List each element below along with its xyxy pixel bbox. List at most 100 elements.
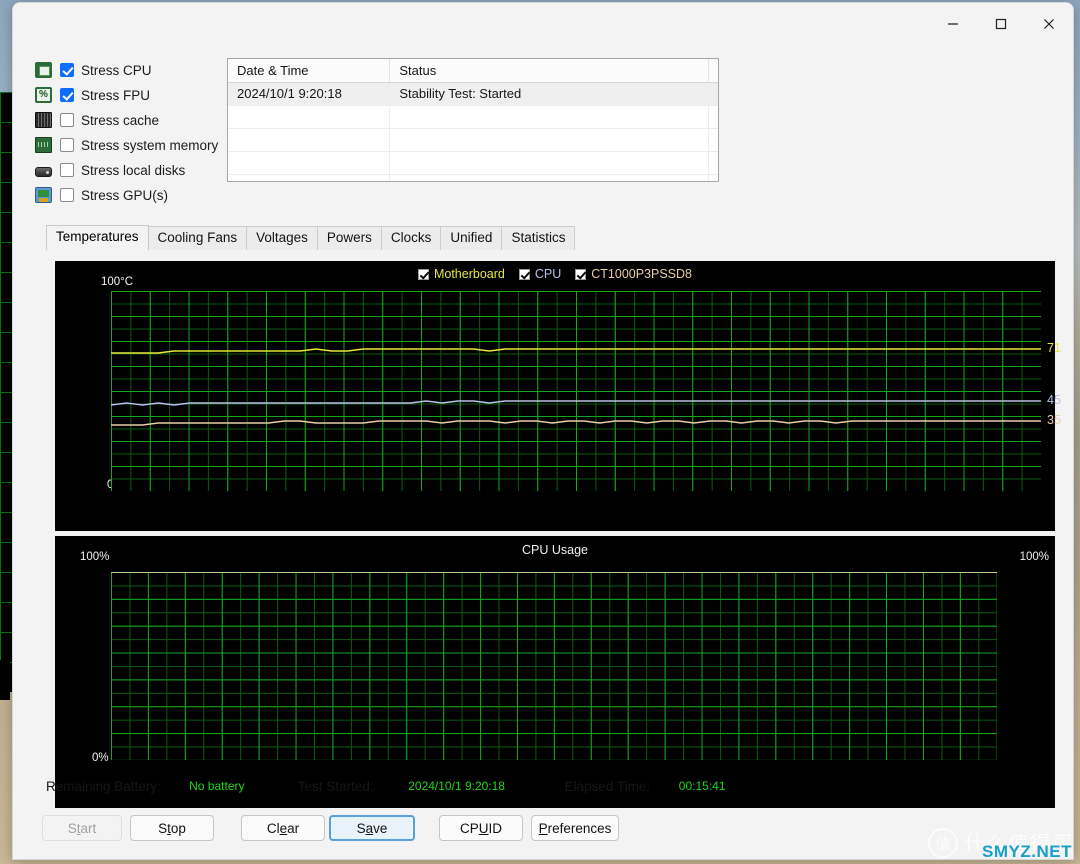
cell-spacer <box>709 175 718 181</box>
legend-item-ssd[interactable]: CT1000P3PSSD8 <box>575 267 692 281</box>
status-bar: Remaining Battery: No battery Test Start… <box>46 771 1055 801</box>
stability-test-window: Stress CPU % Stress FPU Stress cache Str… <box>12 2 1074 860</box>
legend-checkbox-cpu[interactable] <box>518 268 530 280</box>
event-log-table[interactable]: Date & Time Status 2024/10/1 9:20:18 Sta… <box>227 58 719 182</box>
stop-button[interactable]: Stop <box>130 815 214 841</box>
stress-cpu-checkbox[interactable] <box>60 63 74 77</box>
window-content: Stress CPU % Stress FPU Stress cache Str… <box>22 45 1064 859</box>
stress-memory-checkbox[interactable] <box>60 138 74 152</box>
cell-empty <box>228 129 391 151</box>
cell-spacer <box>709 152 718 174</box>
watermark-site: SMYZ.NET <box>982 842 1072 861</box>
battery-value: No battery <box>169 774 264 798</box>
maximize-button[interactable] <box>977 3 1025 45</box>
stress-disks-label: Stress local disks <box>81 162 186 178</box>
cpuid-button[interactable]: CPUID <box>439 815 523 841</box>
table-row-empty[interactable] <box>228 106 718 129</box>
test-started-value: 2024/10/1 9:20:18 <box>382 774 531 798</box>
cell-empty <box>390 175 709 181</box>
tab-clocks[interactable]: Clocks <box>380 226 442 250</box>
column-header-datetime[interactable]: Date & Time <box>228 59 391 82</box>
tab-statistics[interactable]: Statistics <box>501 226 576 250</box>
cell-empty <box>390 129 709 151</box>
elapsed-time-label: Elapsed Time: <box>564 778 651 794</box>
temp-value-label-motherboard: 71 <box>1047 341 1061 355</box>
preferences-button[interactable]: Preferences <box>531 815 619 841</box>
legend-label-cpu: CPU <box>534 267 562 281</box>
table-row-empty[interactable] <box>228 152 718 175</box>
tab-cooling-fans[interactable]: Cooling Fans <box>147 226 248 250</box>
cpu-axis-max-label: 100% <box>80 551 110 563</box>
legend-label-ssd: CT1000P3PSSD8 <box>591 267 693 281</box>
legend-item-cpu[interactable]: CPU <box>518 267 562 281</box>
legend-checkbox-ssd[interactable] <box>575 268 587 280</box>
stress-gpu-label: Stress GPU(s) <box>81 187 169 203</box>
stress-gpu-checkbox[interactable] <box>60 188 74 202</box>
stress-disks-checkbox[interactable] <box>60 163 74 177</box>
stress-fpu-checkbox[interactable] <box>60 88 74 102</box>
table-row-empty[interactable] <box>228 175 718 181</box>
cell-empty <box>228 106 391 128</box>
cell-status: Stability Test: Started <box>390 83 709 105</box>
temp-axis-max-label: 100°C <box>101 276 134 288</box>
legend-item-motherboard[interactable]: Motherboard <box>417 267 505 281</box>
clear-button[interactable]: Clear <box>241 815 325 841</box>
column-header-status[interactable]: Status <box>390 59 709 82</box>
tab-unified[interactable]: Unified <box>440 226 503 250</box>
temperature-series-svg <box>111 291 1041 491</box>
close-button[interactable] <box>1025 3 1073 45</box>
gpu-monitor-icon <box>35 187 52 203</box>
tab-powers[interactable]: Powers <box>316 226 382 250</box>
test-started-label: Test Started: <box>297 778 374 794</box>
close-icon <box>1044 19 1054 29</box>
table-row[interactable]: 2024/10/1 9:20:18 Stability Test: Starte… <box>228 83 718 106</box>
stress-cache-label: Stress cache <box>81 112 160 128</box>
graph-area: Motherboard CPU CT1000P3PSSD8 100°C 0°C <box>46 250 1061 859</box>
cell-empty <box>228 152 391 174</box>
hard-disk-icon <box>35 166 52 177</box>
cell-spacer <box>709 83 718 105</box>
stress-option-fpu[interactable]: % Stress FPU <box>35 84 220 106</box>
table-header-row: Date & Time Status <box>228 59 718 83</box>
tab-temperatures[interactable]: Temperatures <box>46 225 149 250</box>
cache-module-icon <box>35 112 52 128</box>
cpu-usage-series-svg <box>111 572 997 760</box>
temperature-chart[interactable]: Motherboard CPU CT1000P3PSSD8 100°C 0°C <box>55 261 1061 531</box>
stress-memory-label: Stress system memory <box>81 137 219 153</box>
stress-option-gpu[interactable]: Stress GPU(s) <box>35 184 220 206</box>
temperature-legend: Motherboard CPU CT1000P3PSSD8 <box>55 267 1055 281</box>
stress-fpu-label: Stress FPU <box>81 87 151 103</box>
stress-option-disks[interactable]: Stress local disks <box>35 159 220 181</box>
battery-label: Remaining Battery: <box>46 778 161 794</box>
cpu-right-value-label: 100% <box>1019 551 1049 563</box>
cpu-axis-min-label: 0% <box>92 752 109 764</box>
stress-options-panel: Stress CPU % Stress FPU Stress cache Str… <box>35 59 220 209</box>
cell-spacer <box>709 106 718 128</box>
cell-empty <box>228 175 391 181</box>
stress-option-memory[interactable]: Stress system memory <box>35 134 220 156</box>
background-window-chart-lower <box>0 660 10 700</box>
cpu-usage-plot <box>111 572 997 760</box>
temp-value-label-cpu: 45 <box>1047 393 1061 407</box>
maximize-icon <box>995 18 1007 30</box>
stress-option-cache[interactable]: Stress cache <box>35 109 220 131</box>
start-button[interactable]: Start <box>42 815 122 841</box>
minimize-icon <box>948 23 958 25</box>
legend-checkbox-motherboard[interactable] <box>417 268 429 280</box>
cell-empty <box>390 152 709 174</box>
cell-datetime: 2024/10/1 9:20:18 <box>228 83 391 105</box>
stress-cache-checkbox[interactable] <box>60 113 74 127</box>
cpu-chip-icon <box>35 62 52 78</box>
tab-voltages[interactable]: Voltages <box>246 226 318 250</box>
stress-cpu-label: Stress CPU <box>81 62 152 78</box>
memory-stick-icon <box>35 137 52 153</box>
save-button[interactable]: Save <box>329 815 415 841</box>
cpu-usage-chart[interactable]: CPU Usage 100% 0% 100% <box>55 536 1055 808</box>
cell-spacer <box>709 129 718 151</box>
stress-option-cpu[interactable]: Stress CPU <box>35 59 220 81</box>
table-row-empty[interactable] <box>228 129 718 152</box>
cell-empty <box>390 106 709 128</box>
temperature-plot <box>111 291 1041 491</box>
elapsed-time-value: 00:15:41 <box>659 774 746 798</box>
minimize-button[interactable] <box>929 3 977 45</box>
